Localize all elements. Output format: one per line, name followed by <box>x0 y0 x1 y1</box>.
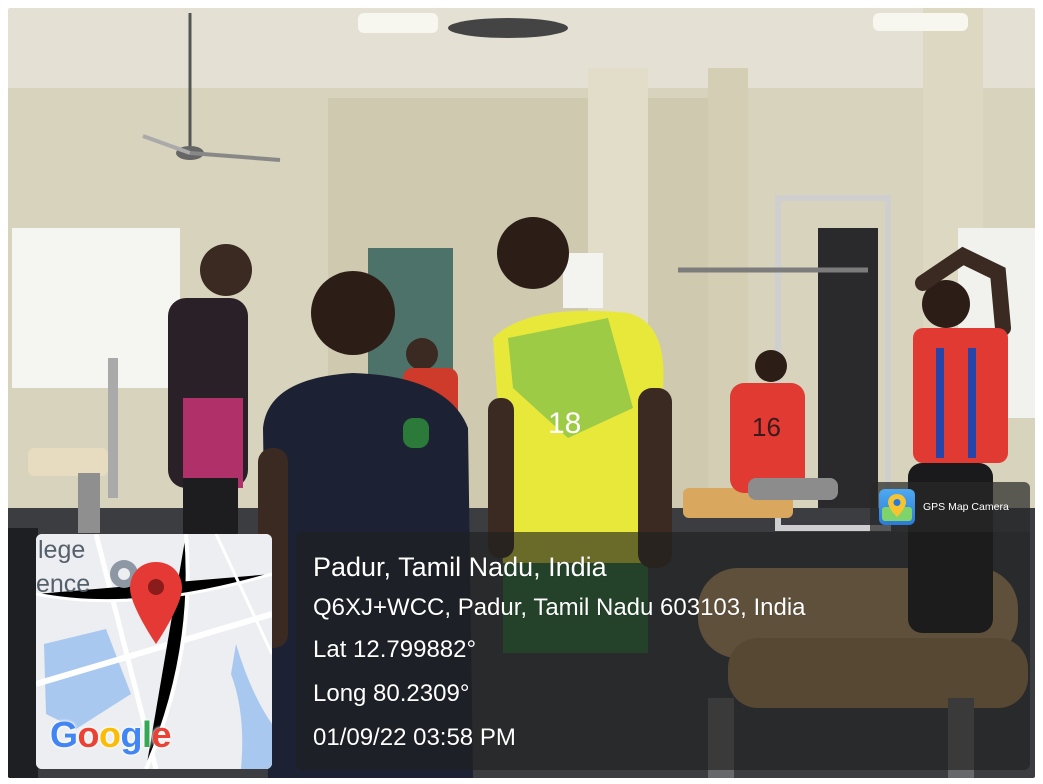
latitude: Lat 12.799882° <box>313 636 477 663</box>
location-info-panel: Padur, Tamil Nadu, India Q6XJ+WCC, Padur… <box>296 532 1030 770</box>
google-logo-letter: G <box>50 714 78 755</box>
location-marker-icon <box>879 489 915 525</box>
google-logo-letter: g <box>120 714 143 755</box>
longitude: Long 80.2309° <box>313 680 470 707</box>
map-place-label: lege <box>38 536 86 564</box>
google-logo-letter: o <box>99 714 121 755</box>
yellow-jersey-number: 18 <box>548 407 581 440</box>
map-place-label: ence <box>36 570 91 598</box>
google-logo: Google <box>50 714 172 756</box>
red-jersey-number: 16 <box>752 412 781 442</box>
mini-map: lege ence Google <box>36 534 272 769</box>
gps-map-camera-badge: GPS Map Camera <box>870 482 1030 532</box>
datetime: 01/09/22 03:58 PM <box>313 724 516 751</box>
address: Q6XJ+WCC, Padur, Tamil Nadu 603103, Indi… <box>313 594 806 621</box>
google-logo-letter: o <box>77 714 100 755</box>
google-logo-letter: l <box>142 714 152 755</box>
place-title: Padur, Tamil Nadu, India <box>313 552 607 582</box>
google-logo-letter: e <box>151 714 172 755</box>
app-badge-label: GPS Map Camera <box>923 501 1009 513</box>
